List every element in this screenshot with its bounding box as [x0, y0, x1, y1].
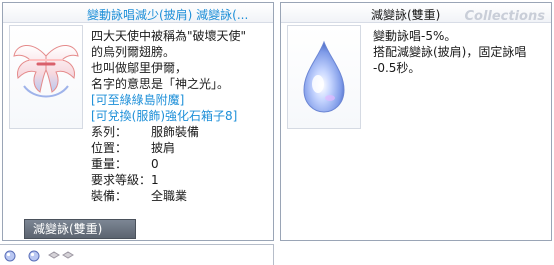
- card-description: 變動詠唱-5%。 搭配減變詠(披肩)，固定詠唱 -0.5秒。: [373, 28, 526, 76]
- stat-label: 重量：: [91, 157, 128, 171]
- card-icon[interactable]: [48, 250, 60, 262]
- stat-row-equip: 裝備： 全職業: [91, 188, 246, 204]
- stat-label: 位置：: [91, 141, 128, 155]
- stat-value: 披肩: [151, 141, 176, 155]
- item-info-window: 變動詠唱減少(披肩) 減變詠(... 四大天使中被稱為"破壞天使" 的烏列爾翅膀…: [2, 2, 274, 241]
- card-info-window: 減變詠(雙重) Collections 變動詠唱-5%。 搭配減變詠(披肩)，固…: [280, 2, 552, 241]
- description-line: 的烏列爾翅膀。: [91, 45, 176, 59]
- description-line: 變動詠唱-5%。: [373, 29, 457, 43]
- stat-label: 要求等級：: [91, 173, 152, 187]
- description-line: 搭配減變詠(披肩)，固定詠唱: [373, 45, 527, 59]
- collections-watermark: Collections: [464, 9, 545, 24]
- item-slot-bar: [0, 244, 274, 265]
- stat-value: 1: [151, 173, 159, 187]
- stat-value: 全職業: [151, 189, 188, 203]
- card-title-bar[interactable]: 減變詠(雙重) Collections: [281, 3, 551, 24]
- water-drop-icon: [303, 40, 345, 113]
- item-title: 變動詠唱減少(披肩) 減變詠(...: [87, 8, 249, 22]
- wings-icon: [13, 45, 79, 98]
- orb-icon[interactable]: [4, 250, 16, 262]
- stat-value: 0: [151, 157, 159, 171]
- card-icon[interactable]: [62, 250, 74, 262]
- description-line: 名字的意思是「神之光」。: [91, 77, 230, 91]
- slotted-card-tab[interactable]: 減變詠(雙重): [24, 219, 136, 239]
- stat-label: 系列：: [91, 125, 128, 139]
- description-line: 也叫做鄔里伊爾，: [91, 61, 188, 75]
- description-line: -0.5秒。: [373, 61, 421, 75]
- card-title: 減變詠(雙重): [371, 8, 441, 22]
- item-description: 四大天使中被稱為"破壞天使" 的烏列爾翅膀。 也叫做鄔里伊爾， 名字的意思是「神…: [91, 28, 246, 204]
- item-image-frame: [9, 25, 83, 129]
- exchange-link[interactable]: [可兌換(服飾)強化石箱子8]: [91, 108, 246, 124]
- enchant-link[interactable]: [可至綠綠島附魔]: [91, 92, 246, 108]
- stat-row-weight: 重量： 0: [91, 156, 246, 172]
- stat-row-series: 系列： 服飾裝備: [91, 124, 246, 140]
- stat-row-level: 要求等級：1: [91, 172, 246, 188]
- stat-row-position: 位置： 披肩: [91, 140, 246, 156]
- orb-icon[interactable]: [28, 250, 40, 262]
- stat-label: 裝備：: [91, 189, 128, 203]
- item-title-bar[interactable]: 變動詠唱減少(披肩) 減變詠(...: [3, 3, 273, 23]
- card-image-frame: [287, 25, 361, 129]
- stat-value: 服飾裝備: [151, 125, 200, 139]
- description-line: 四大天使中被稱為"破壞天使": [91, 29, 247, 43]
